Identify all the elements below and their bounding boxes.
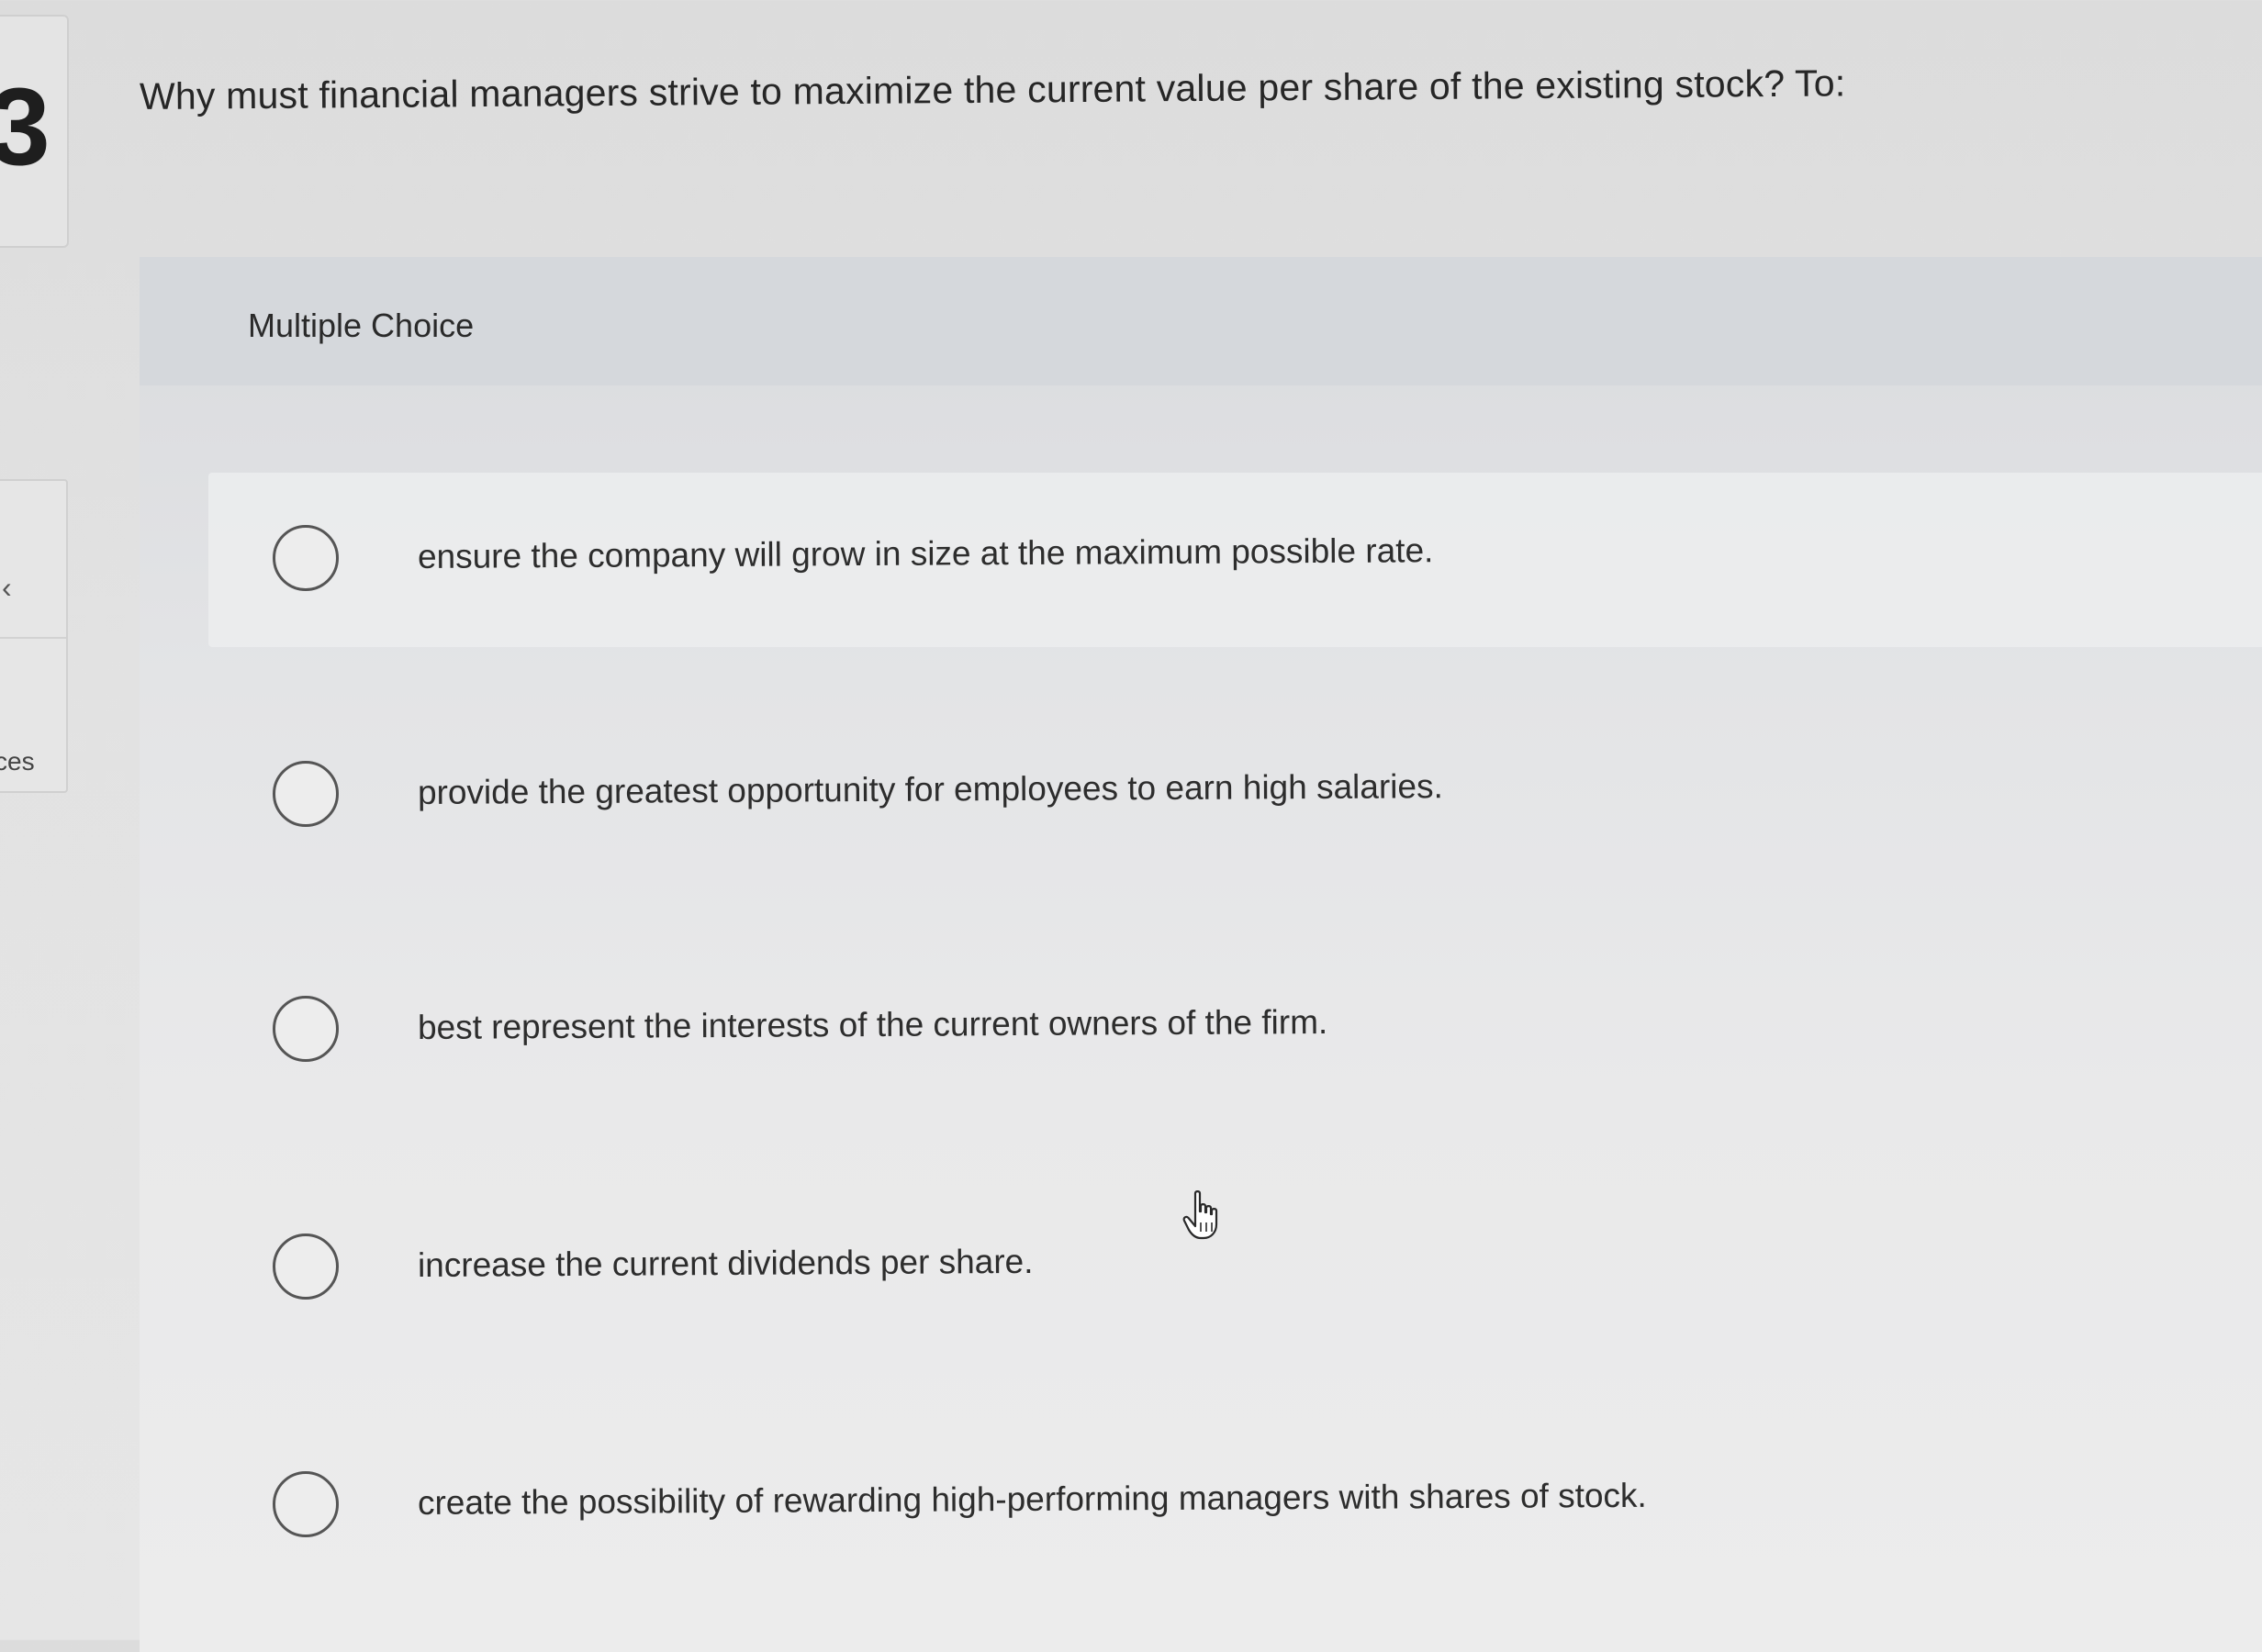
- radio-unselected-icon[interactable]: [273, 761, 339, 827]
- answer-option[interactable]: ensure the company will grow in size at …: [208, 473, 2262, 647]
- question-number: 3: [0, 65, 50, 188]
- question-prompt: Why must financial managers strive to ma…: [139, 61, 1846, 117]
- answer-option-label[interactable]: create the possibility of rewarding high…: [418, 1477, 1647, 1523]
- panel-header: Multiple Choice: [140, 257, 2262, 385]
- sidebar-nav-card: ‹ ces: [0, 479, 68, 793]
- sidebar-resources-label[interactable]: ces: [0, 749, 35, 775]
- radio-unselected-icon[interactable]: [273, 1233, 339, 1300]
- answer-option-label[interactable]: provide the greatest opportunity for emp…: [418, 767, 1443, 812]
- answer-option[interactable]: best represent the interests of the curr…: [208, 943, 2262, 1118]
- answer-option[interactable]: provide the greatest opportunity for emp…: [208, 709, 2262, 883]
- question-type-label: Multiple Choice: [248, 307, 475, 344]
- chevron-left-icon[interactable]: ‹: [2, 573, 12, 602]
- answer-option[interactable]: create the possibility of rewarding high…: [208, 1419, 2262, 1593]
- radio-unselected-icon[interactable]: [273, 1471, 339, 1537]
- hand-pointer-icon: [1182, 1190, 1218, 1240]
- answer-option-label[interactable]: ensure the company will grow in size at …: [418, 531, 1434, 576]
- radio-unselected-icon[interactable]: [273, 525, 339, 591]
- question-number-card[interactable]: 3: [0, 15, 69, 248]
- answer-option-label[interactable]: best represent the interests of the curr…: [418, 1003, 1327, 1047]
- answer-option-label[interactable]: increase the current dividends per share…: [418, 1243, 1034, 1285]
- answer-panel: Multiple Choice ensure the company will …: [140, 257, 2262, 1652]
- answer-option[interactable]: increase the current dividends per share…: [208, 1181, 2262, 1356]
- radio-unselected-icon[interactable]: [273, 996, 339, 1062]
- sidebar-divider: [0, 637, 66, 639]
